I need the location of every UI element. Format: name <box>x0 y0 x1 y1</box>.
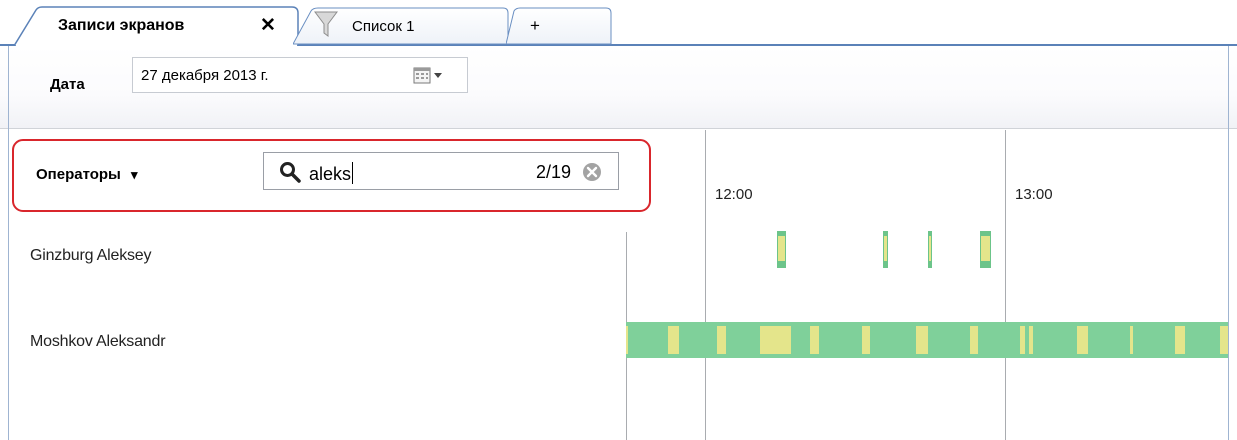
activity-segment <box>1029 326 1033 354</box>
activity-segment <box>1175 326 1185 354</box>
activity-segment <box>1020 326 1025 354</box>
activity-timeline <box>626 231 1228 358</box>
activity-segment <box>929 236 931 261</box>
activity-segment <box>916 326 928 354</box>
activity-segment <box>717 326 726 354</box>
activity-segment <box>862 326 870 354</box>
activity-segment <box>970 326 978 354</box>
operator-track <box>777 231 991 268</box>
activity-segment <box>1220 326 1228 354</box>
activity-segment <box>1130 326 1133 354</box>
activity-segment <box>668 326 679 354</box>
activity-segment <box>810 326 819 354</box>
activity-segment <box>884 236 887 261</box>
operator-track <box>626 322 1228 358</box>
activity-segment <box>626 326 628 354</box>
activity-segment <box>981 236 990 261</box>
activity-segment <box>760 326 791 354</box>
activity-segment <box>778 236 785 261</box>
activity-segment <box>1077 326 1088 354</box>
